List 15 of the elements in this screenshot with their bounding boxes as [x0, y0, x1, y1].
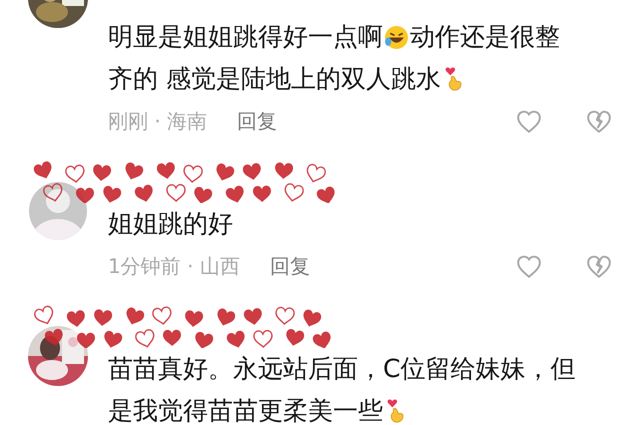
time-location: 1分钟前 · 山西 [108, 253, 240, 280]
laughing-face-icon [384, 24, 409, 50]
like-heart-icon[interactable] [516, 254, 542, 280]
comment-text: 齐的 感觉是陆地上的双人跳水 [108, 64, 441, 94]
broken-heart-icon[interactable] [586, 254, 612, 280]
broken-heart-icon[interactable] [586, 108, 612, 134]
comment-text: 姐姐跳的好 [108, 209, 233, 239]
comment-text: 是我觉得苗苗更柔美一些 [108, 396, 383, 425]
comment-text: 明显是姐姐跳得好一点啊 [108, 22, 383, 52]
comment-text: 动作还是很整 [410, 22, 560, 52]
reply-button[interactable]: 回复 [270, 253, 310, 280]
time-location: 刚刚 · 海南 [108, 108, 208, 135]
reply-button[interactable]: 回复 [237, 108, 278, 135]
like-heart-icon[interactable] [516, 108, 542, 134]
comment-text: 苗苗真好。永远站后面，C位留给妹妹，但 [108, 354, 576, 384]
